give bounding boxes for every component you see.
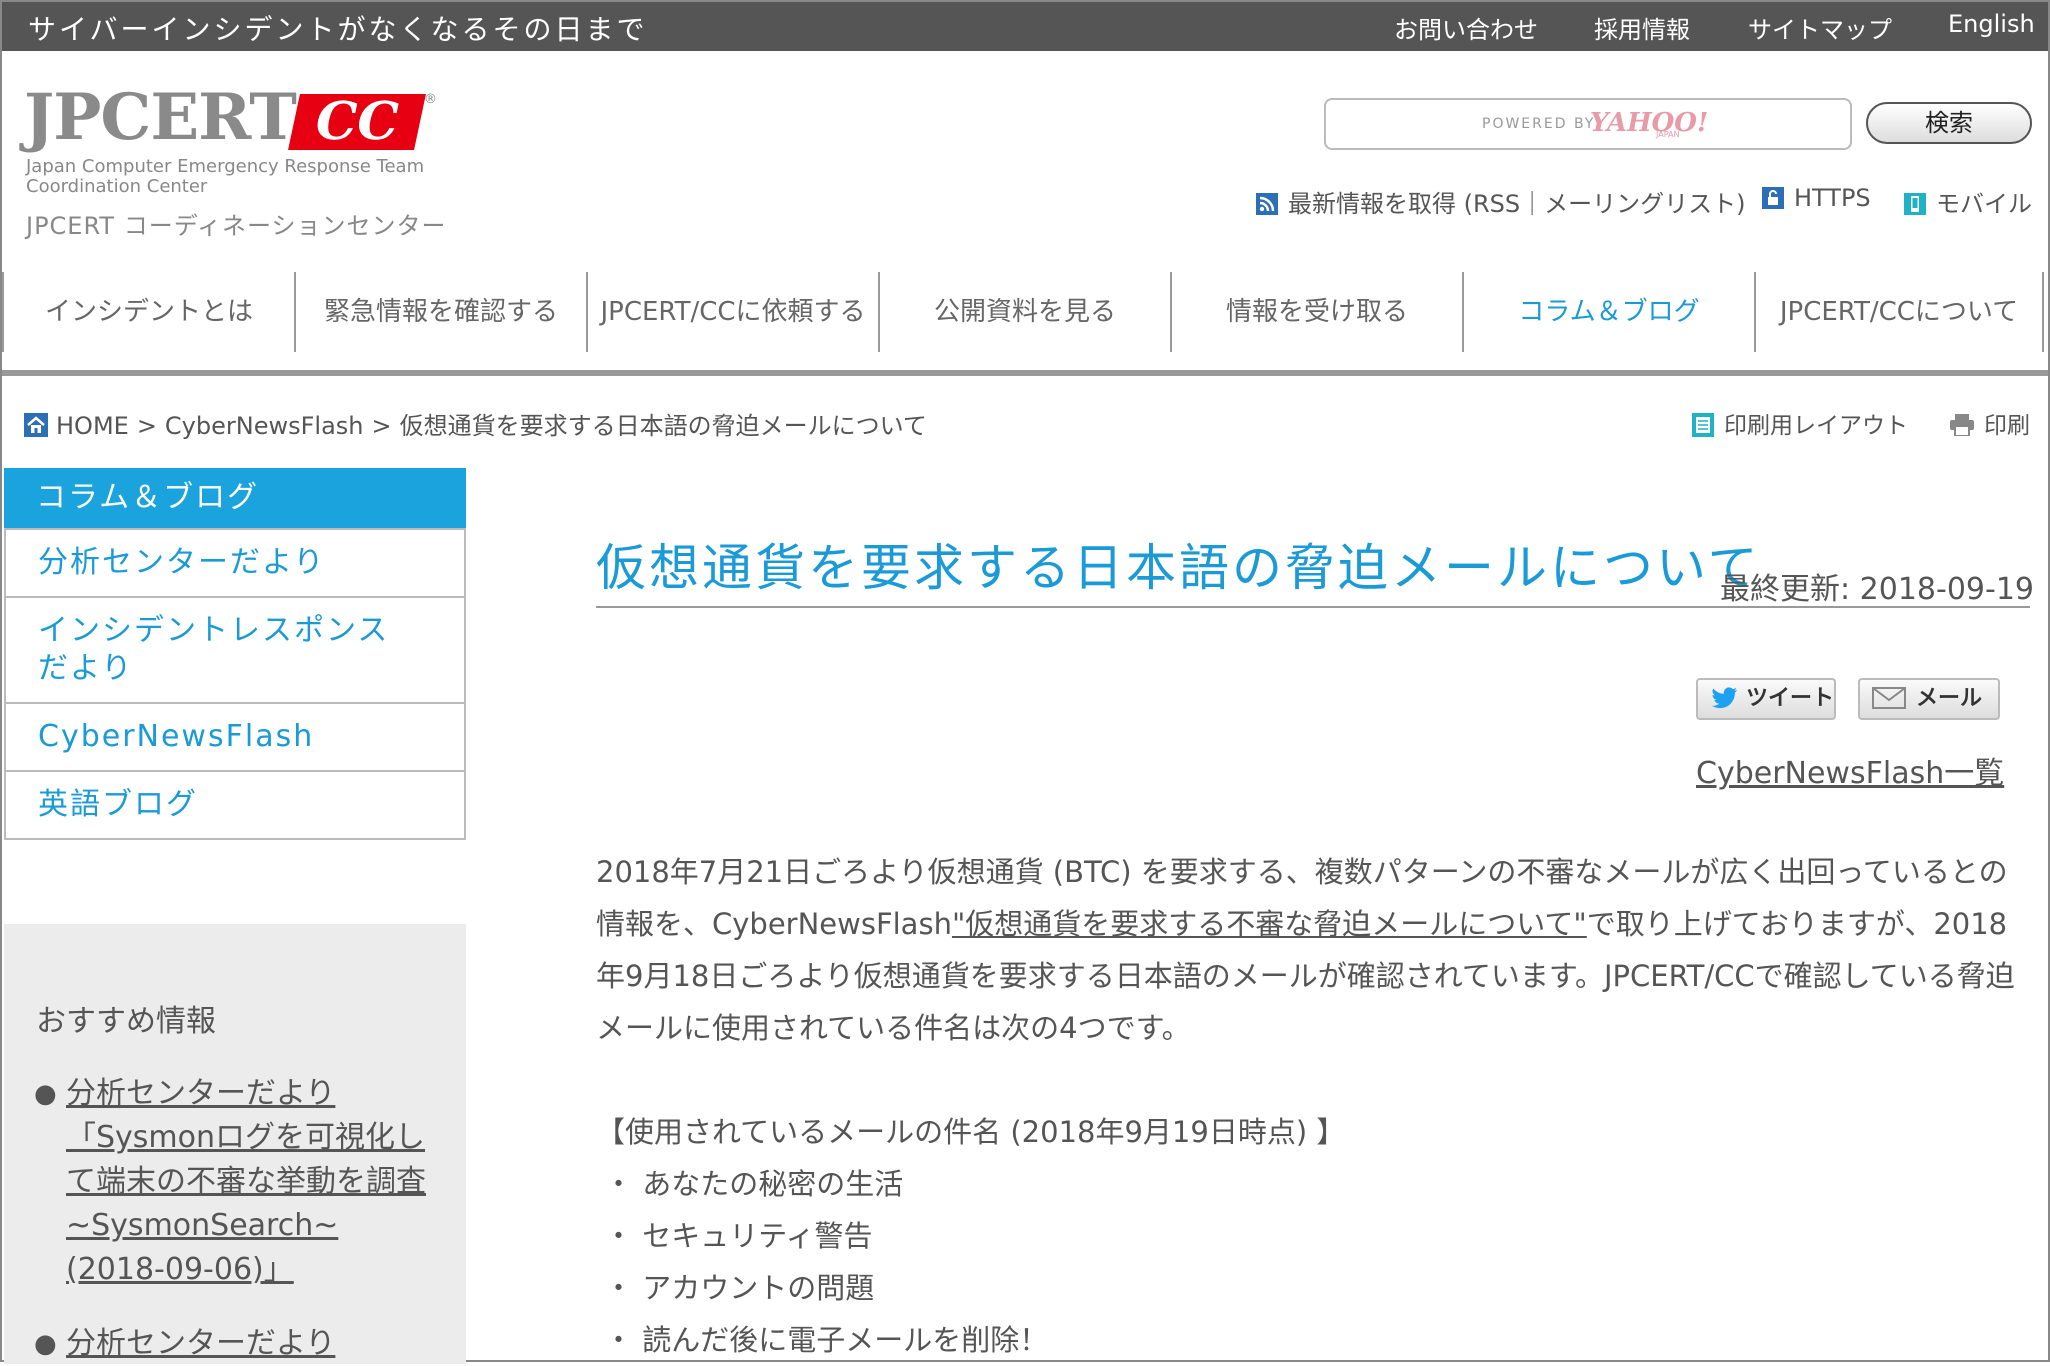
- list-bullet: ●: [34, 1329, 57, 1359]
- mail-label: メール: [1916, 686, 1983, 711]
- nav-receive-info[interactable]: 情報を受け取る: [1170, 272, 1462, 352]
- sitemap-link[interactable]: サイトマップ: [1748, 10, 1892, 45]
- nav-publications[interactable]: 公開資料を見る: [878, 272, 1170, 352]
- https-link-label: HTTPS: [1794, 184, 1871, 212]
- subject-bullet: ・: [604, 1167, 634, 1201]
- sidebar-item-cybernewsflash[interactable]: CyberNewsFlash: [6, 702, 464, 770]
- subject-bullet: ・: [604, 1271, 634, 1305]
- nav-divider: [2, 370, 2048, 376]
- sidebar-menu: 分析センターだより インシデントレスポンスだより CyberNewsFlash …: [4, 528, 466, 840]
- search-input[interactable]: [1324, 98, 1852, 150]
- sidebar-item-analysis-center[interactable]: 分析センターだより: [6, 528, 464, 596]
- print-layout-label: 印刷用レイアウト: [1724, 413, 1908, 439]
- subjects-list: 【使用されているメールの件名 (2018年9月19日時点) 】 ・ あなたの秘密…: [596, 1106, 1345, 1366]
- sidebar-item-english-blog[interactable]: 英語ブログ: [6, 770, 464, 838]
- breadcrumb-current: 仮想通貨を要求する日本語の脅迫メールについて: [399, 412, 927, 440]
- recommended-item[interactable]: ● 分析センターだより: [34, 1322, 436, 1366]
- recommended-box: おすすめ情報 ● 分析センターだより「Sysmonログを可視化して端末の不審な挙…: [4, 924, 466, 1364]
- subject-bullet: ・: [604, 1323, 634, 1357]
- list-bullet: ●: [34, 1079, 57, 1109]
- lock-icon: [1762, 187, 1784, 209]
- twitter-icon: [1712, 687, 1737, 709]
- logo-subtitle-line1: Japan Computer Emergency Response Team: [26, 156, 425, 177]
- careers-link[interactable]: 採用情報: [1594, 10, 1690, 45]
- tweet-label: ツイート: [1746, 686, 1835, 711]
- sidebar-header: コラム＆ブログ: [4, 468, 466, 528]
- article-body: 2018年7月21日ごろより仮想通貨 (BTC) を要求する、複数パターンの不審…: [596, 846, 2016, 1054]
- mobile-link-label: モバイル: [1936, 190, 2032, 218]
- subject-item: ・ あなたの秘密の生活: [596, 1158, 1345, 1210]
- sidebar-item-incident-response[interactable]: インシデントレスポンスだより: [6, 596, 464, 702]
- search-button[interactable]: 検索: [1866, 102, 2032, 144]
- print-layout-link[interactable]: 印刷用レイアウト: [1692, 406, 1908, 440]
- subject-text: アカウントの問題: [642, 1271, 875, 1305]
- rss-link-label: 最新情報を取得 (RSS｜メーリングリスト): [1288, 190, 1746, 218]
- logo-cc: CC: [288, 91, 426, 152]
- related-article-link[interactable]: "仮想通貨を要求する不審な脅迫メールについて": [952, 907, 1587, 941]
- nav-incident[interactable]: インシデントとは: [2, 272, 294, 352]
- mobile-icon: [1904, 193, 1926, 215]
- nav-emergency-info[interactable]: 緊急情報を確認する: [294, 272, 586, 352]
- breadcrumb: HOME > CyberNewsFlash > 仮想通貨を要求する日本語の脅迫メールにつ…: [24, 406, 927, 441]
- nav-request[interactable]: JPCERT/CCに依頼する: [586, 272, 878, 352]
- recommended-link[interactable]: 分析センターだより「Sysmonログを可視化して端末の不審な挙動を調査~Sysm…: [66, 1076, 426, 1287]
- breadcrumb-cybernewsflash[interactable]: CyberNewsFlash: [165, 412, 364, 440]
- subject-item: ・ アカウントの問題: [596, 1262, 1345, 1314]
- mail-icon: [1872, 687, 1906, 709]
- mail-share-button[interactable]: メール: [1858, 678, 2000, 720]
- global-nav: インシデントとは 緊急情報を確認する JPCERT/CCに依頼する 公開資料を見…: [2, 272, 2048, 352]
- rss-icon: [1256, 193, 1278, 215]
- recommended-link[interactable]: 分析センターだより: [66, 1326, 335, 1361]
- tagline: サイバーインシデントがなくなるその日まで: [28, 13, 648, 46]
- print-label: 印刷: [1984, 413, 2030, 439]
- recommended-item[interactable]: ● 分析センターだより「Sysmonログを可視化して端末の不審な挙動を調査~Sy…: [34, 1072, 436, 1292]
- cybernewsflash-list-link[interactable]: CyberNewsFlash一覧: [1696, 748, 2004, 792]
- document-icon: [1692, 413, 1714, 437]
- subject-text: あなたの秘密の生活: [642, 1167, 904, 1201]
- subject-text: セキュリティ警告: [642, 1219, 873, 1253]
- logo-registered-mark: ®: [424, 92, 437, 107]
- logo-japanese-name: JPCERT コーディネーションセンター: [26, 212, 447, 240]
- last-updated: 最終更新: 2018-09-19: [1720, 572, 2034, 607]
- page-title: 仮想通貨を要求する日本語の脅迫メールについて: [596, 539, 1761, 597]
- nav-about[interactable]: JPCERT/CCについて: [1754, 272, 2044, 352]
- rss-link[interactable]: 最新情報を取得 (RSS｜メーリングリスト): [1256, 184, 1746, 219]
- subject-bullet: ・: [604, 1219, 634, 1253]
- subject-item: ・ セキュリティ警告: [596, 1210, 1345, 1262]
- home-icon: [24, 413, 48, 437]
- logo-subtitle-line2: Coordination Center: [26, 176, 208, 197]
- subject-text: 読んだ後に電子メールを削除！: [642, 1323, 1049, 1357]
- tweet-button[interactable]: ツイート: [1696, 678, 1836, 720]
- article-paragraph: 2018年7月21日ごろより仮想通貨 (BTC) を要求する、複数パターンの不審…: [596, 846, 2016, 1054]
- title-divider: [596, 606, 2030, 608]
- nav-column-blog[interactable]: コラム＆ブログ: [1462, 272, 1754, 352]
- contact-link[interactable]: お問い合わせ: [1394, 10, 1538, 45]
- recommended-title: おすすめ情報: [36, 1004, 216, 1039]
- top-bar: サイバーインシデントがなくなるその日まで お問い合わせ 採用情報 サイトマップ …: [2, 2, 2048, 51]
- mobile-link[interactable]: モバイル: [1904, 184, 2032, 219]
- breadcrumb-home[interactable]: HOME: [56, 412, 129, 440]
- subjects-heading: 【使用されているメールの件名 (2018年9月19日時点) 】: [596, 1115, 1346, 1149]
- https-link[interactable]: HTTPS: [1762, 184, 1871, 212]
- breadcrumb-separator: >: [371, 412, 392, 440]
- breadcrumb-separator: >: [136, 412, 157, 440]
- printer-icon: [1950, 414, 1974, 437]
- english-link[interactable]: English: [1948, 10, 2035, 38]
- logo-jpcert: JPCERT: [24, 80, 297, 155]
- subject-item: ・ 読んだ後に電子メールを削除！: [596, 1314, 1345, 1366]
- print-link[interactable]: 印刷: [1950, 406, 2030, 440]
